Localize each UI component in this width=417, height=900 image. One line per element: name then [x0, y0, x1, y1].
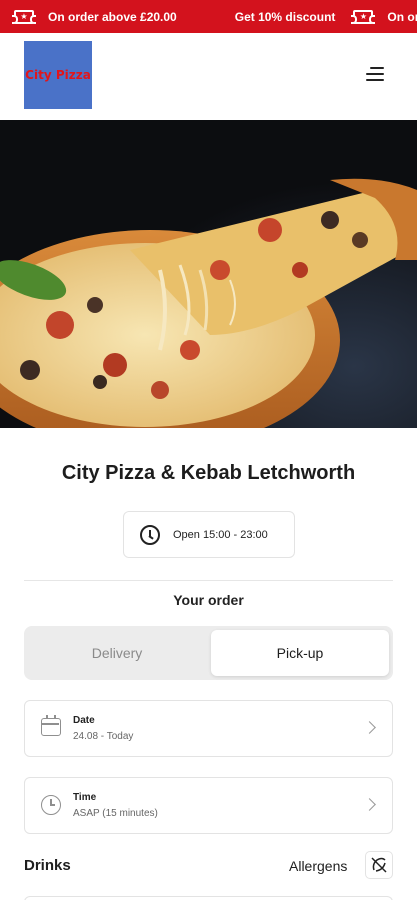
- promo-track: ount ★ On order above £20.00 Get 10% dis…: [0, 0, 417, 33]
- ticket-icon: ★: [351, 9, 376, 24]
- time-value: ASAP (15 minutes): [73, 808, 158, 819]
- delivery-tab[interactable]: Delivery: [28, 630, 206, 676]
- pizza-photo: [0, 120, 417, 428]
- promo-banner: ount ★ On order above £20.00 Get 10% dis…: [0, 0, 417, 33]
- allergens-button[interactable]: [365, 851, 393, 879]
- time-label: Time: [73, 792, 97, 803]
- time-selector[interactable]: Time ASAP (15 minutes): [24, 777, 393, 834]
- header: City Pizza: [0, 33, 417, 120]
- chevron-right-icon: [363, 721, 376, 734]
- promo-item: ★ On order: [351, 9, 417, 24]
- promo-text: On order above £20.00: [48, 9, 177, 24]
- allergens-link[interactable]: Allergens: [289, 858, 347, 874]
- date-selector[interactable]: Date 24.08 - Today: [24, 700, 393, 757]
- promo-item: ★ On order above £20.00: [12, 9, 177, 24]
- promo-text: Get 10% discount: [234, 9, 336, 24]
- promo-item: Get 10% discount: [195, 10, 336, 24]
- ticket-icon: ★: [12, 9, 36, 24]
- your-order-title: Your order: [173, 592, 244, 608]
- restaurant-logo[interactable]: City Pizza: [24, 41, 92, 109]
- section-title: Drinks: [24, 857, 71, 874]
- logo-text: City Pizza: [25, 68, 91, 82]
- allergen-icon: [371, 857, 387, 873]
- opening-hours: Open 15:00 - 23:00: [123, 511, 295, 558]
- hamburger-menu-icon[interactable]: [366, 67, 388, 85]
- promo-text: On order: [387, 9, 417, 24]
- hero-image: [0, 120, 417, 428]
- chevron-right-icon: [363, 798, 376, 811]
- date-value: 24.08 - Today: [73, 731, 134, 742]
- opening-hours-text: Open 15:00 - 23:00: [173, 528, 268, 541]
- date-label: Date: [73, 715, 95, 726]
- order-mode-toggle: Delivery Pick-up: [24, 626, 393, 680]
- pickup-tab[interactable]: Pick-up: [211, 630, 389, 676]
- clock-icon: [41, 795, 61, 815]
- clock-icon: [140, 524, 160, 545]
- calendar-icon: [41, 715, 61, 736]
- menu-item-card[interactable]: [24, 896, 393, 900]
- divider: [24, 580, 393, 581]
- restaurant-name: City Pizza & Kebab Letchworth: [61, 462, 356, 484]
